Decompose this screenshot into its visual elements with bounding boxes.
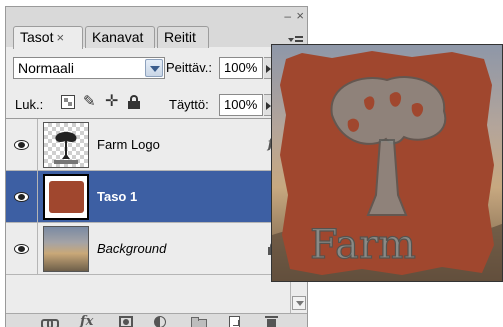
layer-row-background[interactable]: Background	[6, 223, 290, 275]
layer-row-taso-1[interactable]: Taso 1	[6, 171, 290, 223]
tab-close-icon[interactable]: ×	[56, 30, 64, 45]
lock-all-icon[interactable]	[127, 95, 141, 109]
chevron-down-icon[interactable]	[145, 59, 163, 77]
opacity-label: Peittäv.:	[166, 60, 213, 75]
layer-name: Farm Logo	[97, 137, 160, 152]
layer-thumbnail	[43, 122, 89, 168]
tab-paths-label: Reitit	[164, 29, 196, 45]
lock-label: Luk.:	[15, 97, 44, 112]
link-icon[interactable]	[41, 316, 59, 327]
tab-layers-label: Tasot	[20, 29, 54, 45]
visibility-toggle[interactable]	[6, 223, 38, 275]
fx-icon[interactable]: fx	[80, 315, 94, 327]
tab-channels-label: Kanavat	[92, 29, 144, 45]
visibility-toggle[interactable]	[6, 119, 38, 171]
scroll-down-arrow-icon[interactable]	[292, 296, 306, 310]
lock-image-brush-icon[interactable]: ✎	[83, 94, 97, 109]
layer-thumbnail	[43, 226, 89, 272]
visibility-toggle[interactable]	[6, 171, 38, 223]
opacity-input[interactable]: 100%	[219, 57, 263, 79]
eye-icon	[14, 244, 29, 254]
trash-icon[interactable]	[265, 316, 279, 327]
layer-row-farm-logo[interactable]: Farm Logo fx	[6, 119, 290, 171]
lock-position-move-icon[interactable]: ✛	[105, 94, 119, 110]
layer-list: Farm Logo fx Taso 1 Background	[6, 118, 290, 313]
lock-transparency-icon[interactable]	[61, 95, 75, 109]
tab-paths[interactable]: Reitit	[157, 26, 209, 48]
adjustment-icon[interactable]	[154, 316, 166, 327]
new-layer-icon[interactable]	[229, 316, 240, 327]
fill-input[interactable]: 100%	[219, 94, 263, 116]
layer-name: Taso 1	[97, 189, 138, 204]
document-canvas[interactable]: Farm	[271, 44, 503, 282]
eye-icon	[14, 192, 29, 202]
layers-panel: – × Tasot × Kanavat Reitit Normaali Peitt…	[5, 6, 308, 327]
layer-thumbnail	[43, 174, 89, 220]
fill-label: Täyttö:	[169, 97, 209, 112]
tab-channels[interactable]: Kanavat	[85, 26, 155, 48]
canvas-artwork: Farm	[272, 45, 502, 281]
group-folder-icon[interactable]	[191, 316, 207, 327]
blend-mode-select[interactable]: Normaali	[13, 57, 165, 79]
mask-icon[interactable]	[119, 316, 133, 327]
minimize-button[interactable]: –	[284, 9, 291, 23]
logo-text: Farm	[310, 222, 416, 268]
eye-icon	[14, 140, 29, 150]
layers-toolbar: fx	[6, 313, 307, 327]
layer-name: Background	[97, 241, 167, 256]
blend-mode-value: Normaali	[18, 60, 75, 76]
close-panel-button[interactable]: ×	[296, 8, 304, 23]
tab-layers[interactable]: Tasot ×	[13, 26, 83, 49]
